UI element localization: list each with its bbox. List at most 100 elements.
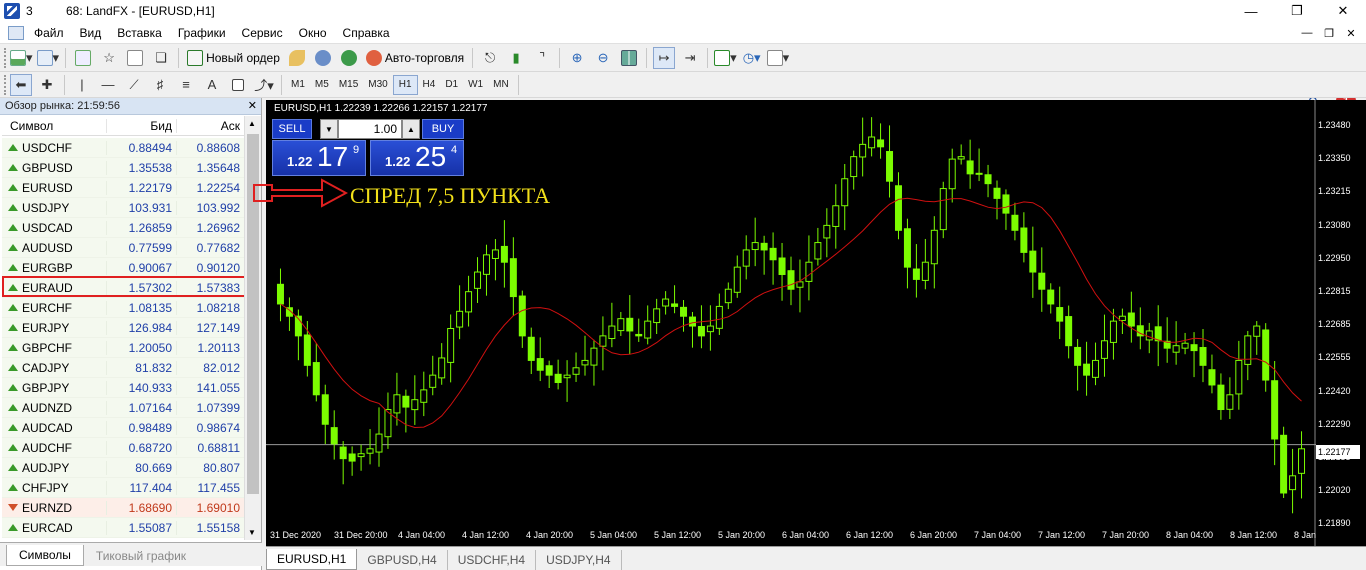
minimize-icon[interactable]: — <box>1228 0 1274 22</box>
symbol-row[interactable]: USDJPY 103.931 103.992 <box>2 198 244 218</box>
chart-tab-eurusd-h1[interactable]: EURUSD,H1 <box>266 549 358 570</box>
new-order-button[interactable]: Новый ордер <box>183 49 284 66</box>
header-bid[interactable]: Бид <box>106 118 176 133</box>
menu-file[interactable]: Файл <box>26 22 72 44</box>
symbol-row[interactable]: EURGBP 0.90067 0.90120 <box>2 258 244 278</box>
symbol-row[interactable]: CHFJPY 117.404 117.455 <box>2 478 244 498</box>
tile-windows-icon[interactable] <box>618 47 640 69</box>
timeframe-m30[interactable]: M30 <box>363 75 392 95</box>
ask-cell: 0.90120 <box>176 260 244 275</box>
close-icon[interactable]: ✕ <box>1320 0 1366 22</box>
symbol-row[interactable]: USDCAD 1.26859 1.26962 <box>2 218 244 238</box>
lot-increase-icon[interactable]: ▲ <box>402 119 420 139</box>
candle-body <box>465 291 473 313</box>
menu-help[interactable]: Справка <box>335 22 398 44</box>
crosshair-icon[interactable]: ✚ <box>36 74 58 96</box>
lot-decrease-icon[interactable]: ▼ <box>320 119 338 139</box>
navigator-icon[interactable]: ☆ <box>98 47 120 69</box>
chart-tab-usdchf-h4[interactable]: USDCHF,H4 <box>448 550 537 570</box>
symbol-row[interactable]: EURUSD 1.22179 1.22254 <box>2 178 244 198</box>
scroll-up-icon[interactable]: ▲ <box>248 119 256 128</box>
symbol-row[interactable]: GBPJPY 140.933 141.055 <box>2 378 244 398</box>
bar-chart-icon[interactable]: ⎋ <box>479 47 501 69</box>
symbol-row[interactable]: EURCHF 1.08135 1.08218 <box>2 298 244 318</box>
child-close-icon[interactable]: ✕ <box>1340 27 1362 40</box>
chart-area[interactable]: 31 Dec 2020 31 Dec 20:00 4 Jan 04:00 4 Jan … <box>266 100 1366 546</box>
header-ask[interactable]: Аск <box>176 118 244 133</box>
line-chart-icon[interactable]: ⌝ <box>531 47 553 69</box>
zoom-in-icon[interactable]: ⊕ <box>566 47 588 69</box>
chart-window-icon[interactable] <box>8 25 24 40</box>
lot-size-input[interactable] <box>338 119 402 139</box>
symbol-row[interactable]: EURNZD 1.68690 1.69010 <box>2 498 244 518</box>
timeframe-w1[interactable]: W1 <box>463 75 488 95</box>
market-watch-icon[interactable] <box>72 47 94 69</box>
symbol-row[interactable]: GBPCHF 1.20050 1.20113 <box>2 338 244 358</box>
trendline-icon[interactable]: ⟋ <box>123 74 145 96</box>
chart-tab-usdjpy-h4[interactable]: USDJPY,H4 <box>536 550 622 570</box>
chart-tab-gbpusd-h4[interactable]: GBPUSD,H4 <box>357 550 448 570</box>
tab-tick-chart[interactable]: Тиковый график <box>84 546 198 566</box>
child-minimize-icon[interactable]: — <box>1296 27 1318 39</box>
symbol-row[interactable]: USDCHF 0.88494 0.88608 <box>2 138 244 158</box>
cursor-icon[interactable]: ⬅ <box>10 73 32 96</box>
menu-insert[interactable]: Вставка <box>109 22 170 44</box>
timeframe-m5[interactable]: M5 <box>310 75 334 95</box>
templates-icon[interactable]: ▾ <box>766 47 789 69</box>
terminal-icon[interactable] <box>124 47 146 69</box>
channel-icon[interactable]: ♯ <box>149 74 171 96</box>
auto-scroll-icon[interactable]: ↦ <box>653 46 676 69</box>
text-icon[interactable]: A <box>201 74 223 96</box>
candlestick-icon[interactable]: ▮ <box>505 47 527 69</box>
tab-symbols[interactable]: Символы <box>6 545 84 566</box>
app-icon <box>4 3 20 19</box>
market-watch-title: Обзор рынка: 21:59:56 <box>0 98 261 115</box>
symbol-row[interactable]: AUDUSD 0.77599 0.77682 <box>2 238 244 258</box>
profiles-icon[interactable]: ▾ <box>36 47 59 69</box>
timeframe-m15[interactable]: M15 <box>334 75 363 95</box>
fibonacci-icon[interactable]: ≡ <box>175 74 197 96</box>
symbol-row[interactable]: AUDCAD 0.98489 0.98674 <box>2 418 244 438</box>
indicators-icon[interactable]: ▾ <box>714 47 737 69</box>
zoom-out-icon[interactable]: ⊖ <box>592 47 614 69</box>
arrows-icon[interactable]: ⤴▾ <box>253 74 275 96</box>
timeframe-h4[interactable]: H4 <box>418 75 441 95</box>
menu-view[interactable]: Вид <box>72 22 110 44</box>
symbol-row[interactable]: AUDJPY 80.669 80.807 <box>2 458 244 478</box>
symbol-row[interactable]: GBPUSD 1.35538 1.35648 <box>2 158 244 178</box>
buy-button[interactable]: BUY <box>422 119 464 139</box>
symbol-row[interactable]: AUDCHF 0.68720 0.68811 <box>2 438 244 458</box>
signals-icon[interactable] <box>312 47 334 69</box>
symbol-name: EURCAD <box>22 520 73 535</box>
scroll-down-icon[interactable]: ▼ <box>248 528 256 537</box>
timeframe-d1[interactable]: D1 <box>440 75 463 95</box>
timeframe-h1[interactable]: H1 <box>392 74 418 95</box>
symbol-row[interactable]: AUDNZD 1.07164 1.07399 <box>2 398 244 418</box>
symbol-row[interactable]: EURJPY 126.984 127.149 <box>2 318 244 338</box>
new-chart-icon[interactable]: ▾ <box>10 47 33 69</box>
candle-body <box>1235 359 1243 395</box>
timeframe-m1[interactable]: M1 <box>286 75 310 95</box>
sell-price-button[interactable]: 1.22 17 9 <box>272 140 366 176</box>
timeframe-mn[interactable]: MN <box>488 75 514 95</box>
sell-button[interactable]: SELL <box>272 119 312 139</box>
menu-window[interactable]: Окно <box>291 22 335 44</box>
symbol-row[interactable]: CADJPY 81.832 82.012 <box>2 358 244 378</box>
market-watch-close-icon[interactable]: ✕ <box>248 99 257 112</box>
periods-icon[interactable]: ◷▾ <box>741 47 763 69</box>
maximize-icon[interactable]: ❐ <box>1274 0 1320 22</box>
buy-price-button[interactable]: 1.22 25 4 <box>370 140 464 176</box>
metaeditor-icon[interactable] <box>286 47 308 69</box>
symbol-row[interactable]: EURCAD 1.55087 1.55158 <box>2 518 244 538</box>
horizontal-line-icon[interactable]: — <box>97 74 119 96</box>
market-icon[interactable] <box>338 47 360 69</box>
header-symbol[interactable]: Символ <box>2 119 106 133</box>
menu-charts[interactable]: Графики <box>170 22 234 44</box>
tester-icon[interactable]: ❏ <box>150 47 172 69</box>
menu-tools[interactable]: Сервис <box>234 22 291 44</box>
text-label-icon[interactable] <box>227 74 249 96</box>
chart-shift-icon[interactable]: ⇥ <box>679 47 701 69</box>
child-restore-icon[interactable]: ❐ <box>1318 27 1340 40</box>
vertical-line-icon[interactable]: | <box>71 74 93 96</box>
auto-trading-button[interactable]: Авто-торговля <box>362 49 468 66</box>
